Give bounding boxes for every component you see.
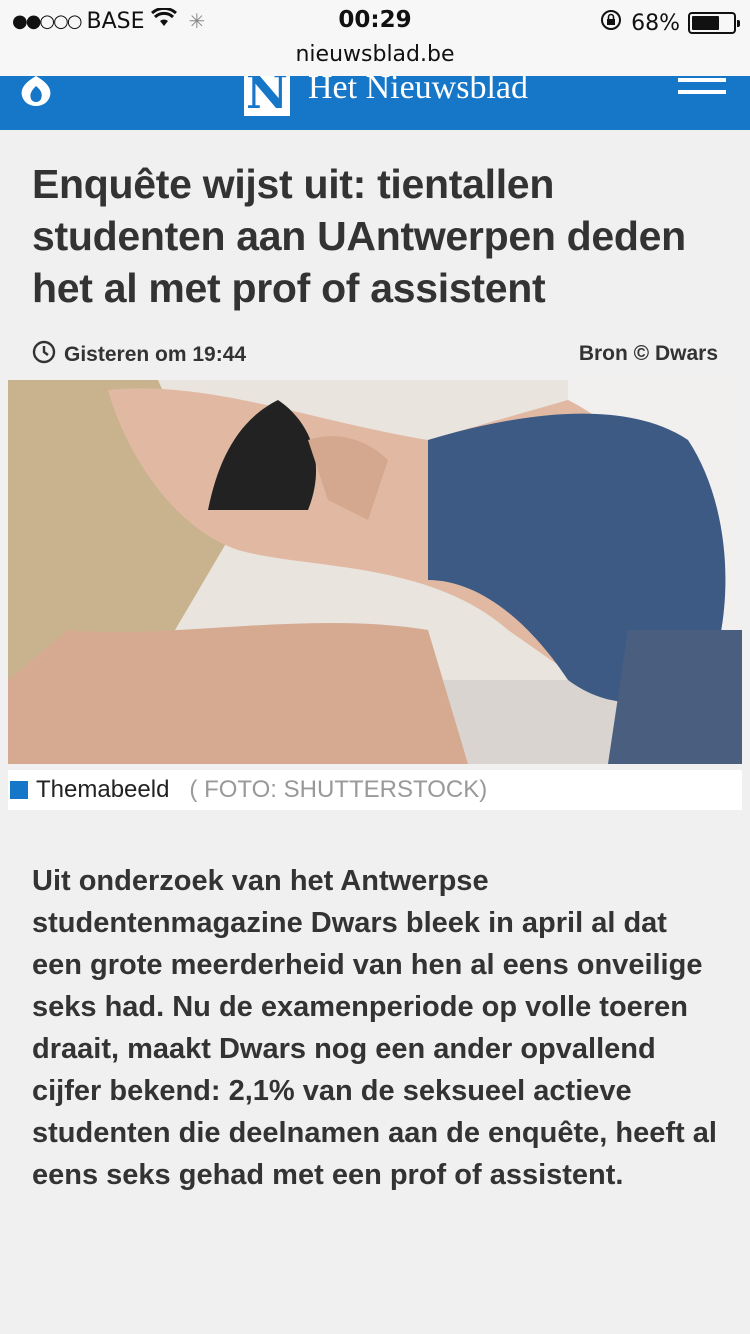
orientation-lock-icon [599,8,623,38]
caption-label: Themabeeld [36,776,170,803]
timestamp-text: Gisteren om 19:44 [64,343,247,366]
menu-icon[interactable] [678,78,726,102]
status-right: 68% [599,8,740,38]
site-logo[interactable]: N Het Nieuwsblad [244,76,528,116]
timestamp: Gisteren om 19:44 [32,340,246,370]
caption-credit: ( FOTO: SHUTTERSTOCK) [189,776,488,803]
status-bar: ●●○○○ BASE ✳ 00:29 68% [0,0,750,42]
article-body: Uit onderzoek van het Antwerpse studente… [32,865,717,1191]
flame-icon[interactable] [18,76,54,111]
article-headline: Enquête wijst uit: tientallen studenten … [32,161,686,311]
caption-marker [10,781,28,799]
battery-level [692,16,720,30]
battery-percent: 68% [631,10,680,36]
article-photo[interactable] [8,380,742,764]
clock-icon [32,340,56,370]
photo-caption: Themabeeld ( FOTO: SHUTTERSTOCK) [8,770,742,810]
url-bar[interactable]: nieuwsblad.be [0,42,750,76]
url-domain[interactable]: nieuwsblad.be [295,42,454,67]
article-source: Bron © Dwars [578,342,718,365]
logo-text: Het Nieuwsblad [308,76,529,106]
article-meta: Gisteren om 19:44 Bron © Dwars [32,340,718,370]
site-header: N Het Nieuwsblad [0,76,750,130]
logo-letter: N [244,76,290,116]
battery-icon [688,12,740,34]
